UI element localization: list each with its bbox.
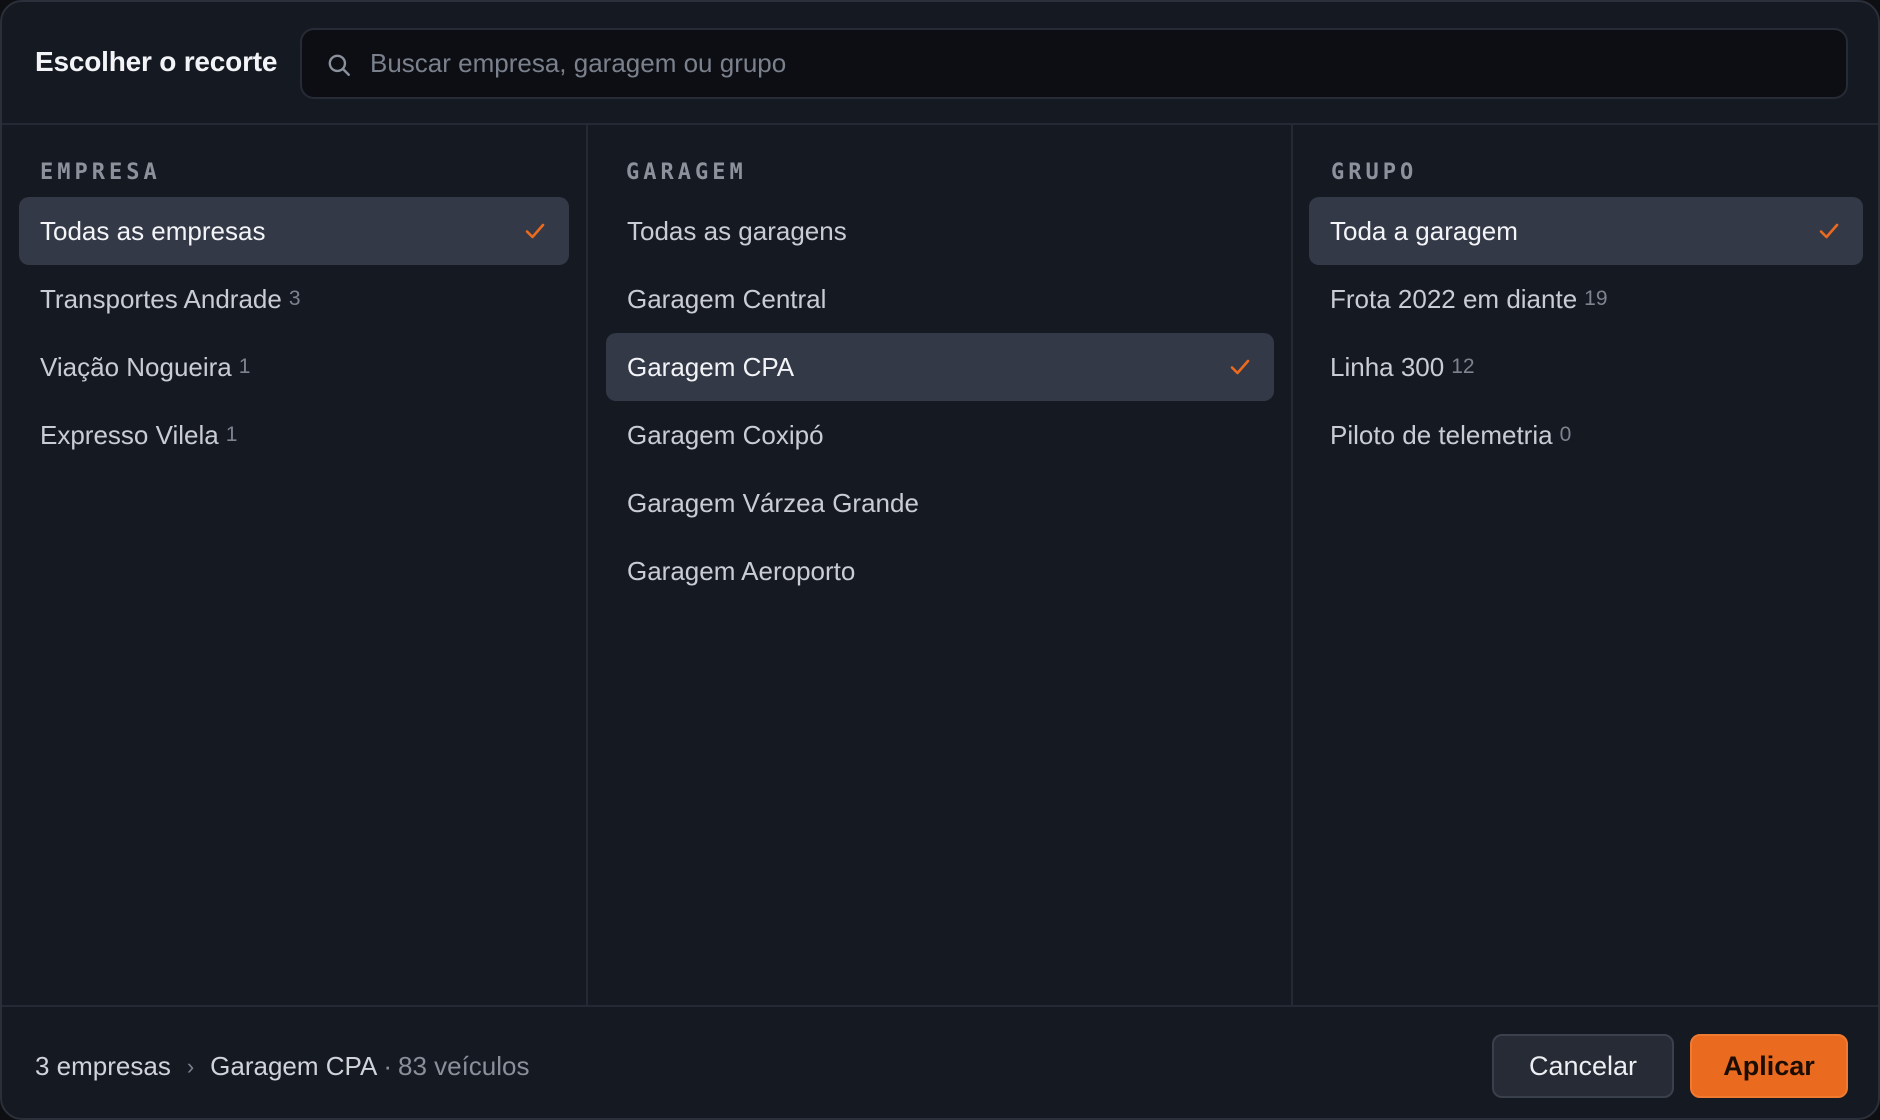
grupo-option[interactable]: Piloto de telemetria 0 xyxy=(1309,401,1863,469)
option-count: 1 xyxy=(225,423,238,446)
grupo-option[interactable]: Frota 2022 em diante 19 xyxy=(1309,265,1863,333)
selection-summary: 3 empresas › Garagem CPA · 83 veículos xyxy=(35,1051,530,1082)
option-label: Frota 2022 em diante xyxy=(1330,283,1578,314)
check-icon xyxy=(525,223,545,239)
option-label: Garagem CPA xyxy=(627,351,795,382)
garagem-option[interactable]: Garagem Coxipó xyxy=(606,401,1274,469)
columns: EMPRESA Todas as empresas Transportes And… xyxy=(2,125,1878,1005)
empresa-list: Todas as empresas Transportes Andrade 3 Via… xyxy=(19,197,569,469)
check-icon xyxy=(1230,359,1250,375)
option-count: 12 xyxy=(1451,355,1475,378)
column-grupo: GRUPO Toda a garagem Frota 2022 em diante… xyxy=(1293,125,1878,1005)
empresa-option[interactable]: Todas as empresas xyxy=(19,197,569,265)
summary-empresas: 3 empresas xyxy=(35,1051,171,1081)
summary-garagem: Garagem CPA xyxy=(210,1051,378,1081)
garagem-option[interactable]: Todas as garagens xyxy=(606,197,1274,265)
option-label: Todas as garagens xyxy=(627,215,847,246)
garagem-option[interactable]: Garagem Central xyxy=(606,265,1274,333)
option-label: Viação Nogueira xyxy=(40,351,232,382)
empresa-option[interactable]: Viação Nogueira 1 xyxy=(19,333,569,401)
option-count: 3 xyxy=(288,287,301,310)
breadcrumb-separator: › xyxy=(186,1053,195,1079)
option-label: Garagem Aeroporto xyxy=(627,555,856,586)
search-box[interactable] xyxy=(300,28,1848,99)
garagem-list: Todas as garagens Garagem Central Garagem … xyxy=(606,197,1274,605)
option-label: Linha 300 xyxy=(1330,351,1445,382)
option-count: 1 xyxy=(238,355,251,378)
grupo-option[interactable]: Linha 300 12 xyxy=(1309,333,1863,401)
option-label: Piloto de telemetria xyxy=(1330,419,1553,450)
grupo-list: Toda a garagem Frota 2022 em diante 19 Linh… xyxy=(1309,197,1863,469)
dialog-title: Escolher o recorte xyxy=(35,46,278,77)
empresa-option[interactable]: Expresso Vilela 1 xyxy=(19,401,569,469)
search-icon xyxy=(328,54,350,76)
dialog-header: Escolher o recorte xyxy=(2,2,1878,125)
cancel-button[interactable]: Cancelar xyxy=(1492,1034,1674,1098)
column-heading: GARAGEM xyxy=(626,160,747,185)
option-count: 0 xyxy=(1559,423,1572,446)
check-icon xyxy=(1819,223,1839,239)
summary-veiculos: 83 veículos xyxy=(397,1051,530,1081)
selection-dialog: Escolher o recorte EMPRESA Todas as empr… xyxy=(0,0,1880,1120)
option-label: Garagem Central xyxy=(627,283,827,314)
column-heading: GRUPO xyxy=(1331,160,1418,185)
garagem-option[interactable]: Garagem Várzea Grande xyxy=(606,469,1274,537)
grupo-option[interactable]: Toda a garagem xyxy=(1309,197,1863,265)
column-heading: EMPRESA xyxy=(40,160,161,185)
dialog-footer: 3 empresas › Garagem CPA · 83 veículos C… xyxy=(2,1005,1878,1118)
option-label: Todas as empresas xyxy=(40,215,266,246)
column-garagem: GARAGEM Todas as garagens Garagem Central… xyxy=(588,125,1293,1005)
option-label: Garagem Coxipó xyxy=(627,419,824,450)
option-label: Expresso Vilela xyxy=(40,419,219,450)
option-label: Garagem Várzea Grande xyxy=(627,487,919,518)
column-empresa: EMPRESA Todas as empresas Transportes And… xyxy=(2,125,588,1005)
option-label: Toda a garagem xyxy=(1330,215,1518,246)
garagem-option[interactable]: Garagem CPA xyxy=(606,333,1274,401)
garagem-option[interactable]: Garagem Aeroporto xyxy=(606,537,1274,605)
summary-dot: · xyxy=(383,1051,392,1081)
option-label: Transportes Andrade xyxy=(40,283,282,314)
option-count: 19 xyxy=(1584,287,1608,310)
search-input[interactable] xyxy=(370,30,1820,97)
empresa-option[interactable]: Transportes Andrade 3 xyxy=(19,265,569,333)
apply-button[interactable]: Aplicar xyxy=(1690,1034,1848,1098)
